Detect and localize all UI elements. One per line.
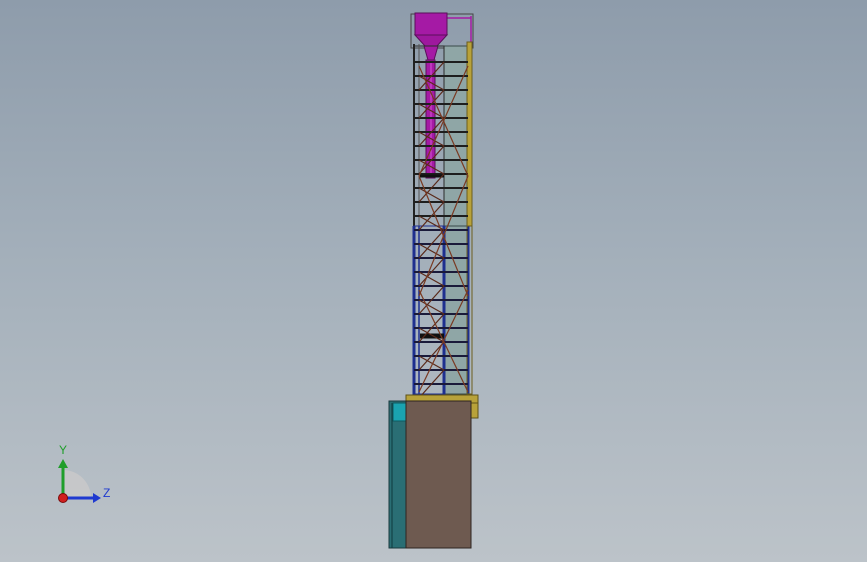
- z-axis-arrow: [93, 493, 101, 503]
- graphics-viewport[interactable]: Y Z: [0, 0, 867, 562]
- triad-quadrant: [63, 470, 91, 498]
- hopper-cone: [413, 34, 449, 47]
- lower-panel: [443, 225, 469, 395]
- y-axis-label: Y: [59, 443, 68, 457]
- base-body: [405, 400, 472, 549]
- left-brace: [418, 243, 445, 259]
- hopper-box: [414, 12, 448, 36]
- left-brace: [418, 187, 445, 203]
- base-side-cap: [392, 402, 407, 422]
- left-brace: [418, 299, 445, 315]
- left-brace: [418, 271, 445, 287]
- hopper-funnel: [423, 45, 439, 61]
- tower-model[interactable]: [0, 0, 867, 562]
- x-axis-dot: [58, 493, 68, 503]
- base-assembly: [388, 394, 479, 549]
- right-yellow-rail: [466, 41, 473, 227]
- z-axis-label: Z: [103, 486, 111, 500]
- orientation-triad: Y Z: [40, 440, 120, 520]
- left-brace: [418, 355, 445, 371]
- y-axis-arrow: [58, 459, 68, 468]
